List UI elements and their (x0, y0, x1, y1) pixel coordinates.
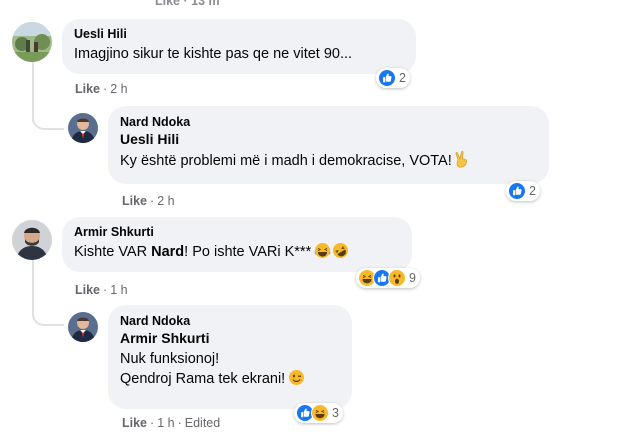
comment-text: Nuk funksionoj! (120, 351, 220, 367)
mentioned-user[interactable]: Armir Shkurti (120, 330, 340, 346)
avatar-photo-icon (68, 113, 98, 143)
mentioned-user[interactable]: Nard (151, 244, 184, 260)
like-link[interactable]: Like (75, 82, 100, 96)
avatar[interactable] (12, 22, 52, 62)
comment-author[interactable]: Armir Shkurti (74, 225, 400, 239)
comment-author[interactable]: Nard Ndoka (120, 115, 537, 129)
victory-hand-icon (455, 151, 467, 168)
comment-actions: Like · 2 h (122, 194, 175, 208)
like-reaction-icon (378, 69, 396, 87)
comment-bubble: Nard Ndoka Uesli Hili Ky është problemi … (108, 106, 549, 184)
rolling-laughing-emoji-icon (333, 243, 349, 258)
avatar[interactable] (68, 312, 98, 342)
comment-text: Ky është problemi më i madh i demokracis… (120, 153, 452, 169)
comment-time[interactable]: 2 h (110, 82, 127, 96)
comment-bubble: Uesli Hili Imagjino sikur te kishte pas … (62, 19, 416, 74)
haha-reaction-icon (311, 404, 329, 422)
mentioned-user[interactable]: Uesli Hili (120, 131, 537, 147)
avatar[interactable] (68, 113, 98, 143)
comment-bubble: Nard Ndoka Armir Shkurti Nuk funksionoj!… (108, 305, 352, 409)
avatar-photo-icon (68, 312, 98, 342)
like-link[interactable]: Like (122, 416, 147, 430)
reaction-count: 3 (332, 406, 339, 420)
previous-comment-actions: Like · 13 m (155, 0, 220, 8)
comment-text: Imagjino sikur te kishte pas qe ne vitet… (74, 46, 353, 62)
reaction-summary[interactable]: 9 (356, 268, 420, 288)
comment-time: 13 m (191, 0, 220, 8)
reaction-summary[interactable]: 2 (376, 68, 410, 88)
comment-text: Kishte VAR (74, 244, 152, 260)
avatar-photo-icon (12, 220, 52, 260)
like-link[interactable]: Like (75, 283, 100, 297)
thread-connector (32, 296, 64, 326)
reaction-count: 2 (399, 71, 406, 85)
avatar[interactable] (12, 220, 52, 260)
reaction-count: 2 (529, 184, 536, 198)
comment-author[interactable]: Nard Ndoka (120, 314, 340, 328)
comment-bubble: Armir Shkurti Kishte VAR Nard! Po ishte … (62, 217, 412, 272)
comment-actions: Like · 2 h (75, 82, 128, 96)
like-link[interactable]: Like (122, 194, 147, 208)
reaction-summary[interactable]: 2 (506, 181, 540, 201)
winking-emoji-icon (289, 370, 305, 385)
wow-reaction-icon (388, 269, 406, 287)
avatar-photo-icon (12, 22, 52, 62)
laughing-tears-emoji-icon (314, 243, 331, 258)
comment-text: ! Po ishte VARi K*** (184, 244, 312, 260)
comment-time[interactable]: 1 h (157, 416, 174, 430)
comment-actions: Like · 1 h (75, 283, 128, 297)
reaction-summary[interactable]: 3 (294, 403, 343, 423)
edited-label[interactable]: Edited (185, 416, 220, 430)
comment-text: Qendroj Rama tek ekrani! (120, 371, 286, 387)
reaction-count: 9 (409, 271, 416, 285)
comment-time[interactable]: 1 h (110, 283, 127, 297)
comment-actions: Like · 1 h · Edited (122, 416, 221, 430)
thread-connector (32, 100, 64, 130)
comment-author[interactable]: Uesli Hili (74, 27, 404, 41)
comment-time[interactable]: 2 h (157, 194, 174, 208)
like-link[interactable]: Like (155, 0, 180, 8)
like-reaction-icon (508, 182, 526, 200)
